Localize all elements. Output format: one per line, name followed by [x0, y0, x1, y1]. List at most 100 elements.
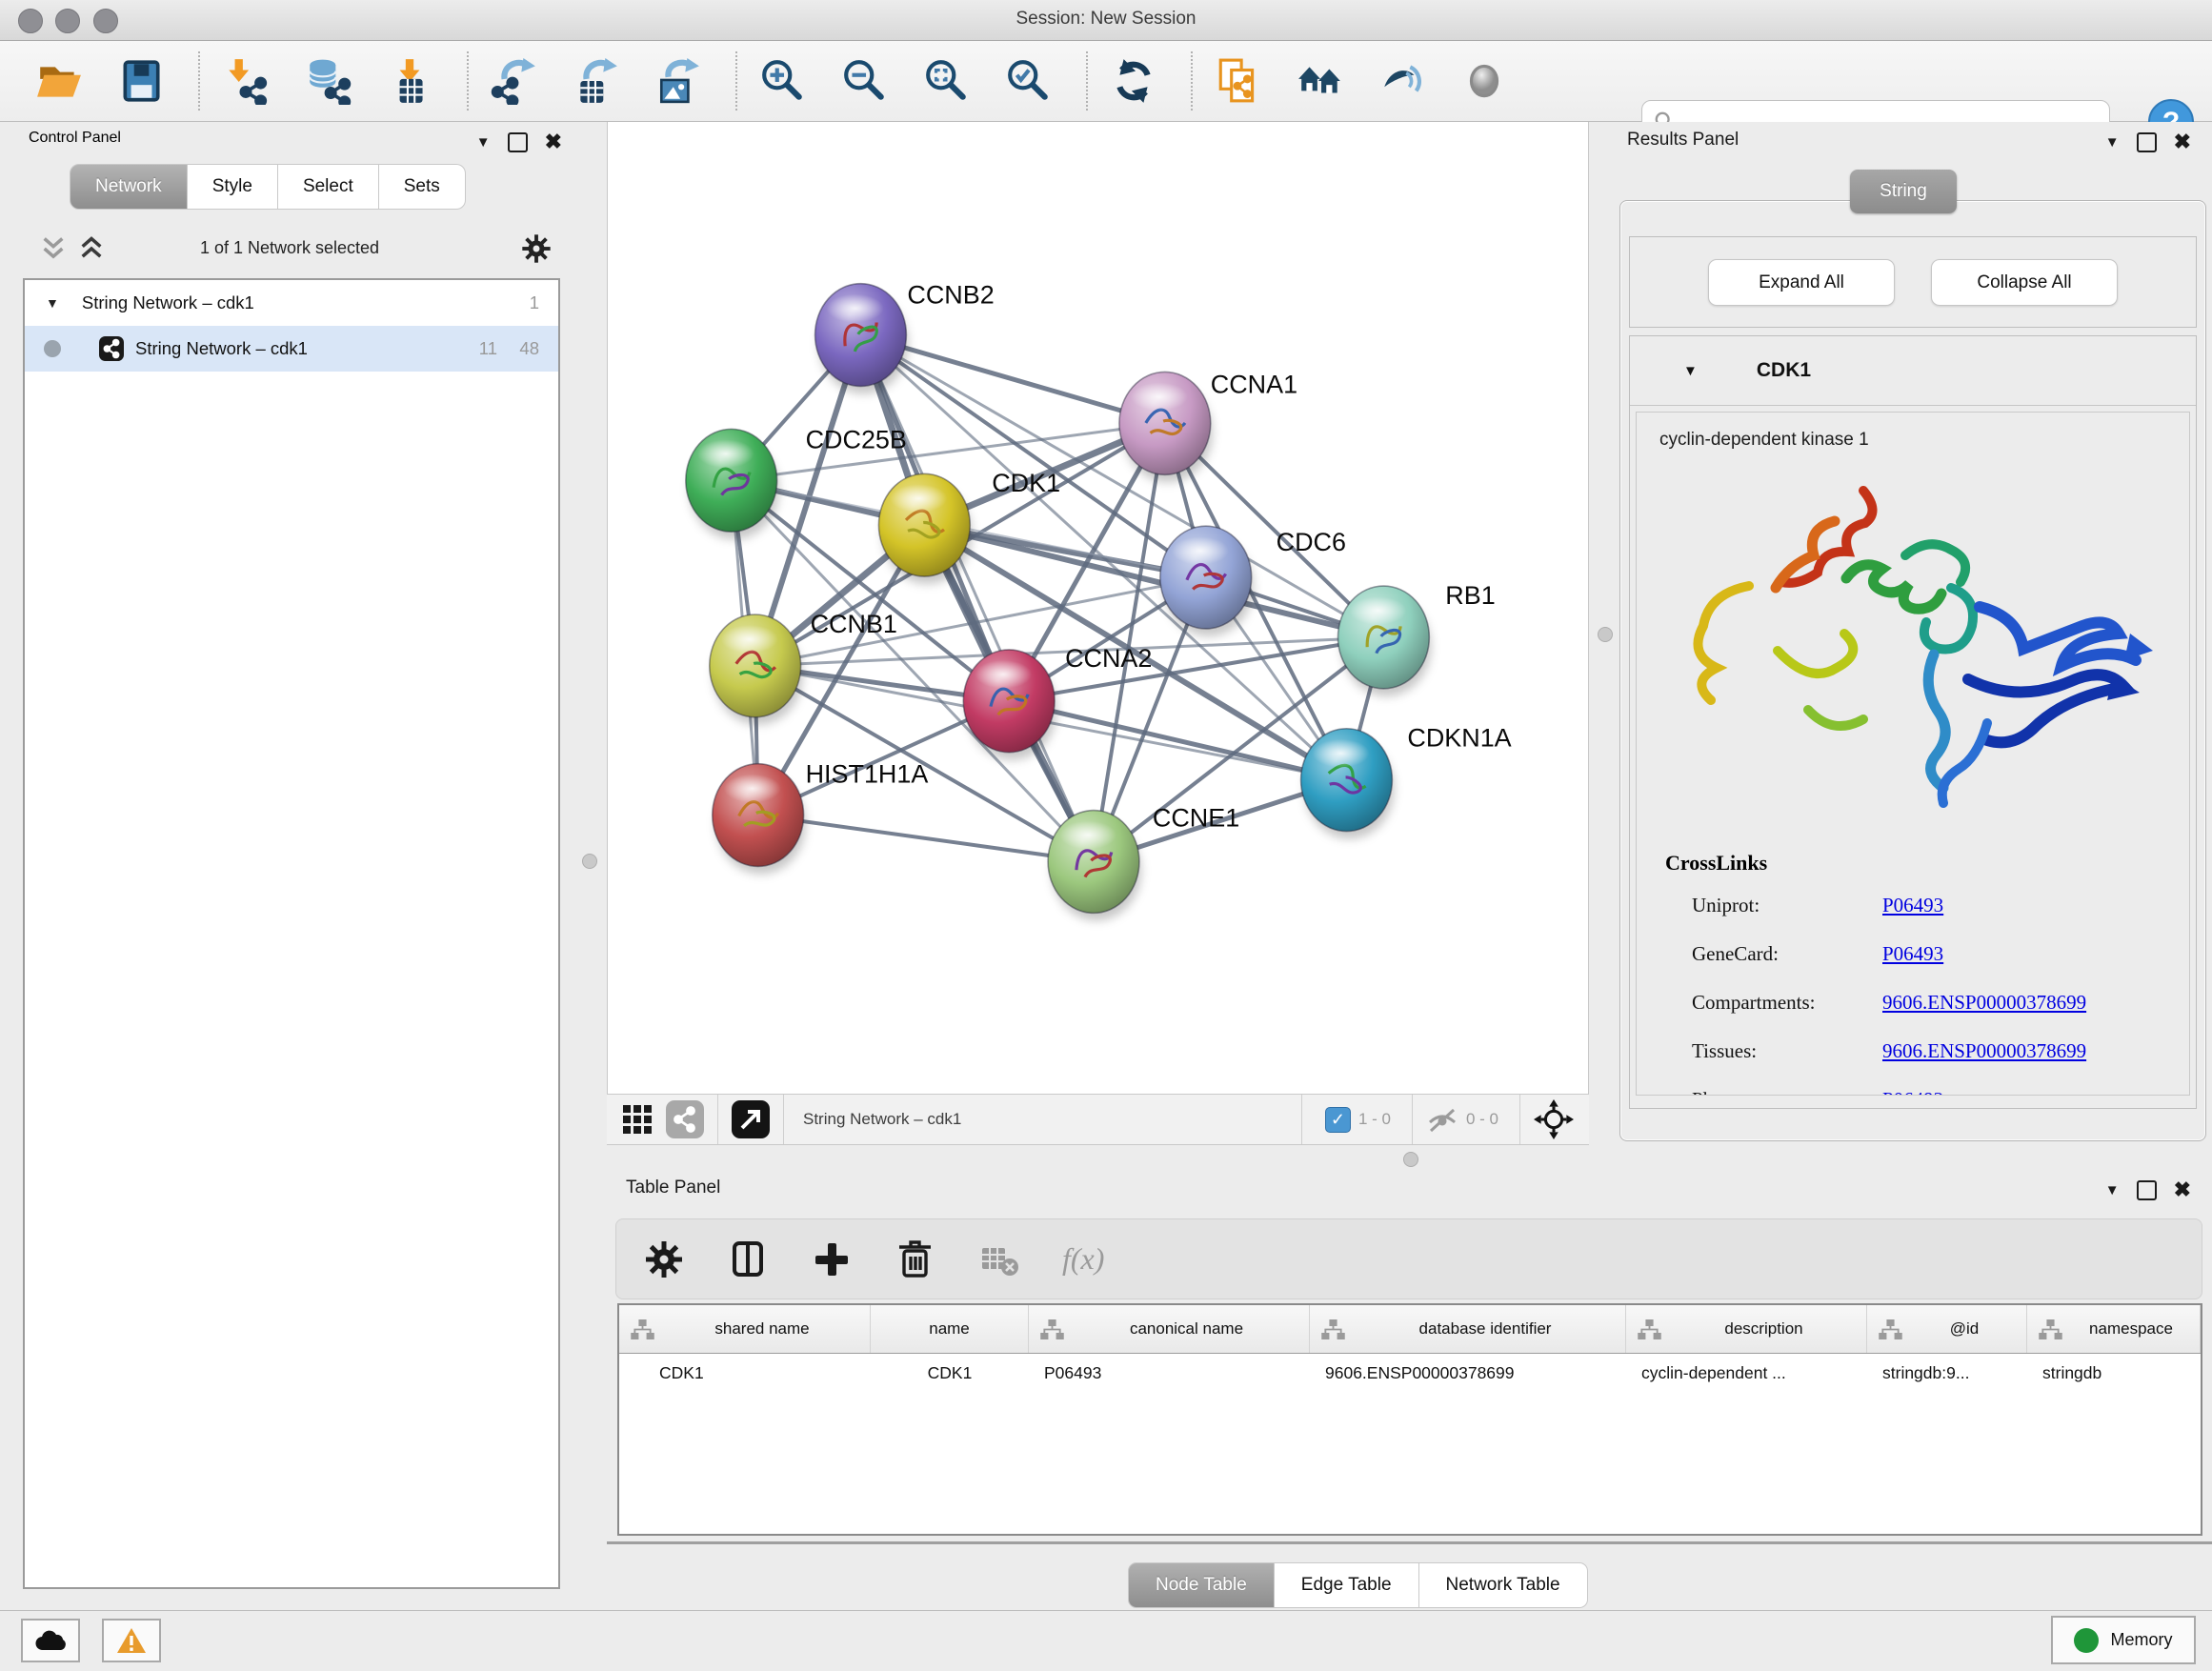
network-node-cdk1[interactable]	[878, 473, 972, 584]
table-cell[interactable]: CDK1	[871, 1363, 1029, 1383]
network-graph[interactable]: CCNB2CCNA1CDC25BCDK1CDC6RB1CCNB1CCNA2CDK…	[608, 122, 1588, 1094]
network-edge[interactable]	[758, 815, 1094, 862]
column-label: canonical name	[1064, 1319, 1309, 1339]
network-node-ccna2[interactable]	[963, 650, 1056, 760]
table-cell[interactable]: 9606.ENSP00000378699	[1310, 1363, 1626, 1383]
crosslink-link[interactable]: 9606.ENSP00000378699	[1882, 978, 2086, 1027]
show-column-button[interactable]	[727, 1238, 769, 1280]
column-header--id[interactable]: @id	[1867, 1305, 2027, 1353]
network-from-file-button[interactable]	[1212, 52, 1265, 110]
collection-expander-icon[interactable]: ▼	[46, 295, 59, 311]
column-header-description[interactable]: description	[1626, 1305, 1867, 1353]
export-table-button[interactable]	[570, 52, 623, 110]
horizontal-splitter-handle[interactable]	[1403, 1152, 1418, 1167]
table-cell[interactable]: cyclin-dependent ...	[1626, 1363, 1867, 1383]
gene-section-header[interactable]: ▼ CDK1	[1630, 336, 2196, 406]
table-cell[interactable]: P06493	[1029, 1363, 1310, 1383]
horizontal-splitter[interactable]	[607, 1145, 2212, 1172]
section-expander-icon[interactable]: ▼	[1683, 363, 1698, 379]
panel-close-button[interactable]: ✖	[2174, 1178, 2191, 1202]
network-node-hist1h1a[interactable]	[713, 764, 806, 875]
network-status-dot	[44, 340, 61, 357]
network-overview-button[interactable]	[666, 1100, 704, 1138]
table-panel-title: Table Panel	[626, 1178, 720, 1198]
panel-float-button[interactable]	[2137, 1180, 2157, 1200]
column-header-database-identifier[interactable]: database identifier	[1310, 1305, 1626, 1353]
zoom-out-button[interactable]	[838, 52, 892, 110]
hidden-eye-icon[interactable]	[1426, 1105, 1458, 1134]
collection-count: 1	[497, 292, 539, 313]
warning-button[interactable]	[102, 1619, 161, 1662]
grid-view-icon[interactable]	[622, 1104, 653, 1135]
inactive-eye-button[interactable]	[1458, 52, 1511, 110]
column-header-namespace[interactable]: namespace	[2027, 1305, 2201, 1353]
network-node-cdkn1a[interactable]	[1301, 729, 1395, 839]
table-row[interactable]: CDK1CDK1P064939606.ENSP00000378699cyclin…	[619, 1354, 2201, 1392]
column-header-shared-name[interactable]: shared name	[619, 1305, 871, 1353]
tab-node-table[interactable]: Node Table	[1128, 1562, 1275, 1608]
table-settings-button[interactable]	[643, 1238, 685, 1280]
column-header-name[interactable]: name	[871, 1305, 1029, 1353]
expand-all-button[interactable]: Expand All	[1708, 259, 1895, 306]
zoom-fit-button[interactable]	[920, 52, 974, 110]
network-node-ccne1[interactable]	[1048, 811, 1141, 921]
network-node-cdc25b[interactable]	[686, 429, 779, 539]
panel-close-button[interactable]: ✖	[2174, 130, 2191, 154]
network-canvas[interactable]: CCNB2CCNA1CDC25BCDK1CDC6RB1CCNB1CCNA2CDK…	[607, 122, 1589, 1094]
column-header-canonical-name[interactable]: canonical name	[1029, 1305, 1310, 1353]
selected-checkbox[interactable]: ✓	[1325, 1107, 1351, 1133]
panel-float-button[interactable]	[508, 132, 528, 152]
export-network-button[interactable]	[488, 52, 541, 110]
network-collection-row[interactable]: ▼ String Network – cdk1 1	[25, 280, 558, 326]
apply-layout-button[interactable]	[1107, 52, 1160, 110]
tab-style[interactable]: Style	[188, 164, 278, 210]
save-session-button[interactable]	[114, 52, 168, 110]
network-row[interactable]: String Network – cdk1 11 48	[25, 326, 558, 372]
table-cell[interactable]: CDK1	[619, 1363, 871, 1383]
import-table-button[interactable]	[383, 52, 436, 110]
delete-column-button[interactable]	[895, 1238, 936, 1280]
panel-close-button[interactable]: ✖	[545, 130, 562, 154]
left-splitter-handle[interactable]	[582, 854, 597, 869]
export-image-button[interactable]	[652, 52, 705, 110]
tab-edge-table[interactable]: Edge Table	[1275, 1562, 1419, 1608]
crosslink-link[interactable]: 9606.ENSP00000378699	[1882, 1027, 2086, 1076]
tab-network[interactable]: Network	[70, 164, 188, 210]
panel-menu-icon[interactable]: ▼	[476, 134, 491, 151]
crosslink-link[interactable]: P06493	[1882, 881, 1943, 930]
crosslink-link[interactable]: P06493	[1882, 1076, 1943, 1096]
tab-string[interactable]: String	[1850, 170, 1957, 213]
fit-content-crosshair-icon[interactable]	[1534, 1099, 1574, 1139]
network-node-ccnb1[interactable]	[710, 614, 803, 725]
network-label: String Network – cdk1	[135, 338, 308, 359]
panel-float-button[interactable]	[2137, 132, 2157, 152]
network-edge[interactable]	[1009, 701, 1346, 780]
memory-button[interactable]: Memory	[2051, 1616, 2196, 1664]
open-session-button[interactable]	[32, 52, 86, 110]
crosslink-link[interactable]: P06493	[1882, 930, 1943, 978]
create-column-button[interactable]	[811, 1238, 853, 1280]
tab-network-table[interactable]: Network Table	[1419, 1562, 1588, 1608]
import-network-database-button[interactable]	[301, 52, 354, 110]
import-network-file-button[interactable]	[219, 52, 272, 110]
collapse-all-button[interactable]: Collapse All	[1931, 259, 2118, 306]
right-splitter-handle[interactable]	[1598, 627, 1613, 642]
panel-menu-icon[interactable]: ▼	[2105, 134, 2120, 151]
show-all-networks-button[interactable]	[1294, 52, 1347, 110]
panel-menu-icon[interactable]: ▼	[2105, 1182, 2120, 1198]
hide-show-panel-button[interactable]	[1376, 52, 1429, 110]
cloud-button[interactable]	[21, 1619, 80, 1662]
node-label-cdkn1a: CDKN1A	[1407, 724, 1511, 753]
table-cell[interactable]: stringdb	[2027, 1363, 2201, 1383]
zoom-selected-button[interactable]	[1002, 52, 1056, 110]
open-in-window-button[interactable]	[732, 1100, 770, 1138]
network-node-ccna1[interactable]	[1119, 372, 1213, 482]
gear-icon[interactable]	[520, 232, 553, 265]
network-node-ccnb2[interactable]	[815, 284, 909, 394]
zoom-in-button[interactable]	[756, 52, 810, 110]
network-node-rb1[interactable]	[1338, 586, 1432, 696]
tab-select[interactable]: Select	[278, 164, 379, 210]
table-cell[interactable]: stringdb:9...	[1867, 1363, 2027, 1383]
network-node-cdc6[interactable]	[1160, 526, 1254, 636]
tab-sets[interactable]: Sets	[379, 164, 466, 210]
